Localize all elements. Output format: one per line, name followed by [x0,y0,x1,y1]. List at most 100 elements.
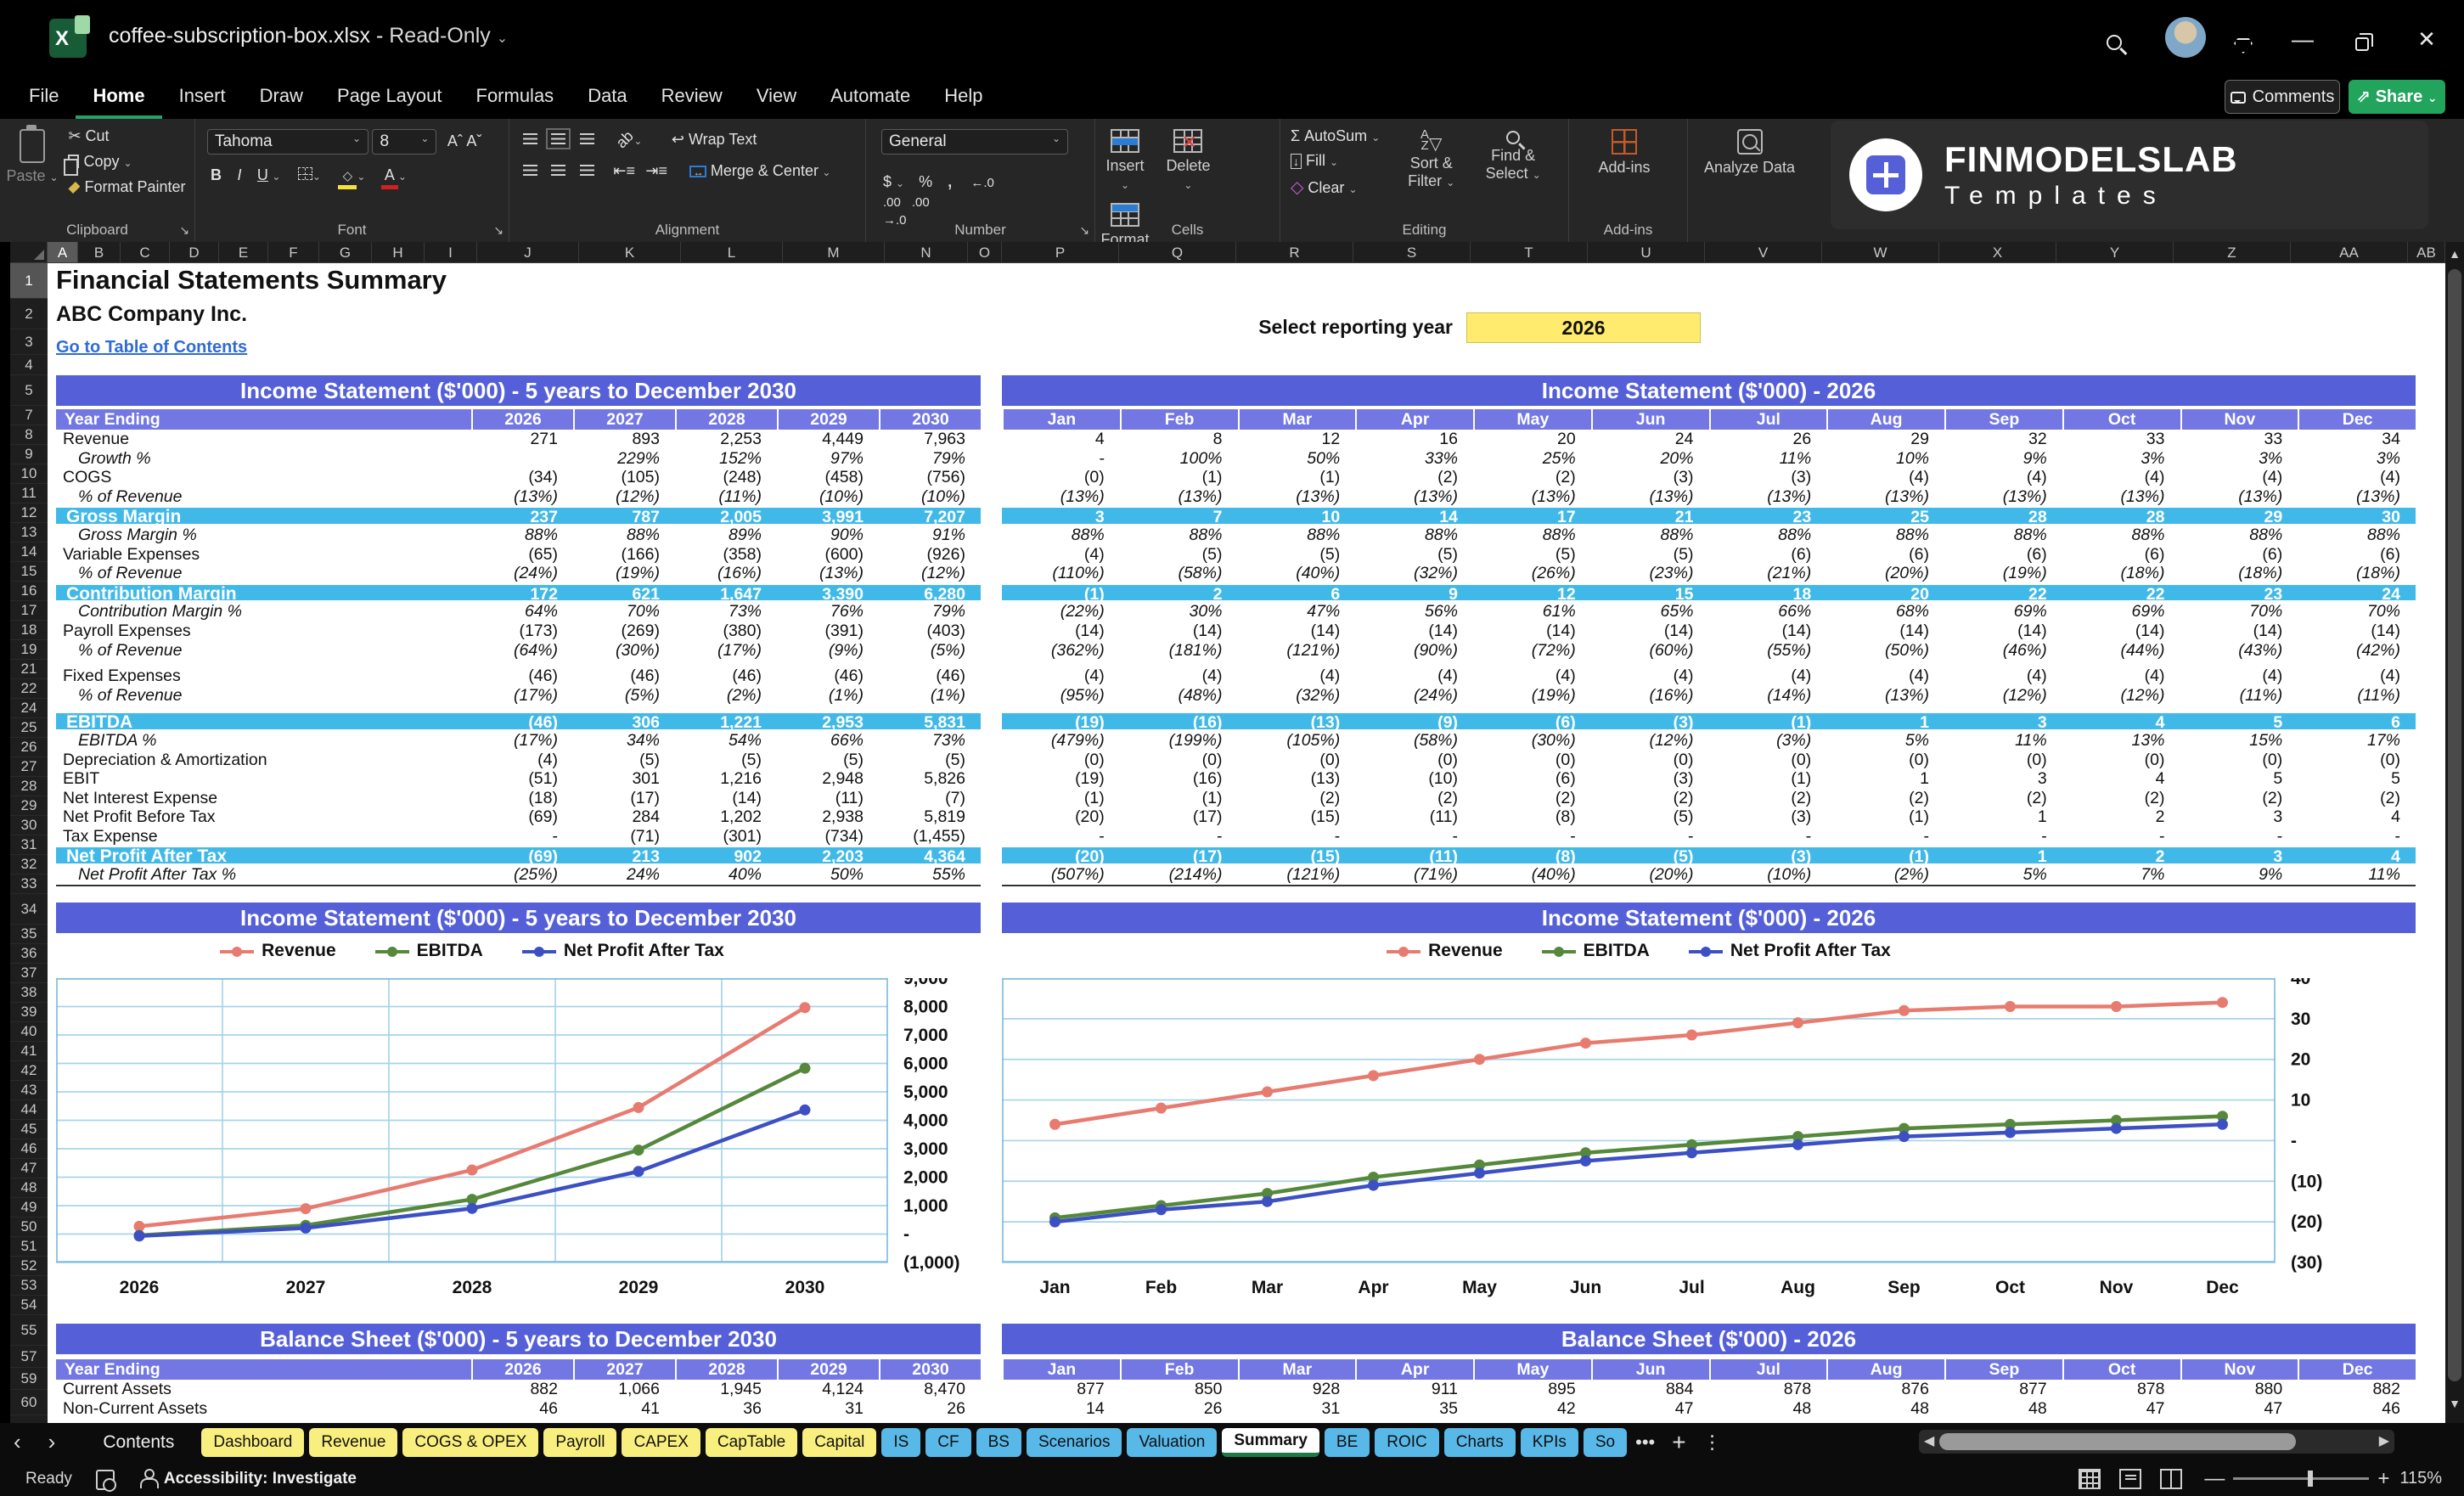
cell[interactable]: (12%) [573,487,675,507]
sheet-tab-cogs-opex[interactable]: COGS & OPEX [402,1428,538,1457]
cell[interactable]: 3 [2180,807,2298,827]
cell[interactable]: (2) [2298,789,2416,808]
cell[interactable]: 9% [1944,449,2062,469]
row-header-12[interactable]: 12 [10,503,48,523]
cut-button[interactable]: ✂ Cut [68,127,185,145]
cell[interactable]: 20 [1826,585,1944,601]
cell[interactable]: (13%) [1709,487,1827,507]
align-top-icon[interactable] [523,133,537,144]
cell[interactable]: (14) [1944,621,2062,641]
vertical-scrollbar[interactable]: ▲ ▼ [2445,242,2464,1423]
zoom-slider-thumb[interactable] [2308,1471,2313,1487]
fill-button[interactable]: ↓ Fill ⌄ [1291,152,1380,170]
row-header-22[interactable]: 22 [10,679,48,699]
column-header-R[interactable]: R [1236,242,1353,262]
cell[interactable]: (17) [1120,847,1238,863]
cell[interactable]: (11) [777,789,879,808]
table-row[interactable]: (362%)(181%)(121%)(90%)(72%)(60%)(55%)(5… [1002,641,2416,661]
cell[interactable]: (403) [879,621,981,641]
cell[interactable]: 47% [1238,602,1356,621]
cell[interactable]: (14) [2062,621,2180,641]
row-header-24[interactable]: 24 [10,699,48,718]
table-row[interactable]: Growth %229%152%97%79% [56,449,981,469]
row-header-17[interactable]: 17 [10,601,48,621]
table-row[interactable]: Payroll Expenses(173)(269)(380)(391)(403… [56,621,981,641]
minimize-button[interactable]: — [2286,22,2320,56]
cell[interactable]: (13%) [1944,487,2062,507]
cell[interactable]: 7,207 [879,508,981,524]
sheet-tab-is[interactable]: IS [881,1428,920,1457]
clipboard-dialog-launcher[interactable]: ↘ [179,223,189,238]
cell[interactable]: 5 [2298,769,2416,789]
cell[interactable]: 33 [2180,430,2298,449]
cell[interactable]: (2) [1355,789,1473,808]
search-icon[interactable] [2097,22,2131,56]
cell[interactable]: (24%) [471,564,573,583]
row-header-16[interactable]: 16 [10,582,48,601]
font-color-button[interactable]: A [381,166,398,189]
cell[interactable]: (4) [1355,666,1473,686]
sheet-tab-kpis[interactable]: KPIs [1521,1428,1578,1457]
cell[interactable]: (46%) [1944,641,2062,661]
cell[interactable]: (0) [1238,751,1356,770]
cell[interactable]: 6 [1238,585,1356,601]
sheet-tab-payroll[interactable]: Payroll [543,1428,616,1457]
cell[interactable]: (0) [1944,751,2062,770]
cell[interactable]: (4) [1120,666,1238,686]
cell[interactable]: 11% [1709,449,1827,469]
cell[interactable]: (1) [1120,468,1238,487]
align-left-icon[interactable] [523,165,537,176]
cell[interactable]: (60%) [1591,641,1709,661]
cell[interactable]: (14) [1002,621,1120,641]
normal-view-icon[interactable] [2079,1469,2101,1489]
cell[interactable]: (14) [2298,621,2416,641]
cell[interactable]: 35 [1355,1399,1473,1419]
cell[interactable]: - [1473,827,1591,846]
cell[interactable]: (69) [471,807,573,827]
row-header-1[interactable]: 1 [10,263,48,299]
cell[interactable]: (2%) [675,686,777,706]
sheet-tab-dashboard[interactable]: Dashboard [201,1428,304,1457]
page-layout-view-icon[interactable] [2119,1469,2141,1489]
cell[interactable]: 4,124 [777,1380,879,1399]
cell[interactable]: (10%) [777,487,879,507]
cell[interactable]: 88% [1944,526,2062,545]
cell[interactable]: 213 [573,847,675,863]
sheet-tab-cf[interactable]: CF [925,1428,970,1457]
cell[interactable]: 26 [1120,1399,1238,1419]
cell[interactable]: 22 [1944,585,2062,601]
cell[interactable]: (4) [1826,666,1944,686]
cell[interactable]: 25% [1473,449,1591,469]
cell[interactable]: 2,953 [777,713,879,729]
cell[interactable]: 88% [1238,526,1356,545]
cell[interactable]: 1 [1944,807,2062,827]
cell[interactable]: (65) [471,545,573,565]
cell[interactable]: (64%) [471,641,573,661]
cell[interactable]: (5) [1355,545,1473,565]
cell[interactable]: 1,216 [675,769,777,789]
font-size-select[interactable]: 8 ⌄ [372,129,436,155]
underline-button[interactable]: U [257,166,268,183]
paste-button[interactable]: Paste ⌄ [0,119,65,185]
cell[interactable]: 3 [1944,713,2062,729]
table-row[interactable]: (1)(1)(2)(2)(2)(2)(2)(2)(2)(2)(2)(2) [1002,789,2416,808]
cell[interactable]: (4) [2298,666,2416,686]
cell[interactable]: 621 [573,585,675,601]
cell[interactable]: 3% [2180,449,2298,469]
cell[interactable]: (4) [1944,666,2062,686]
ribbon-tab-review[interactable]: Review [644,76,740,115]
comments-button[interactable]: Comments [2225,80,2340,114]
table-header-row[interactable]: Year Ending20262027202820292030 [56,409,981,430]
cell[interactable]: (0) [1591,751,1709,770]
cell[interactable]: (19%) [1473,686,1591,706]
cell[interactable]: 88% [1473,526,1591,545]
column-header-K[interactable]: K [579,242,681,262]
cell[interactable]: (181%) [1120,641,1238,661]
cell[interactable]: 88% [471,526,573,545]
cell[interactable]: (69) [471,847,573,863]
table-row[interactable]: Net Profit After Tax(69)2139022,2034,364 [56,846,981,865]
cell[interactable]: 68% [1826,602,1944,621]
cell[interactable]: 15 [1591,585,1709,601]
cell[interactable]: 97% [777,449,879,469]
cell[interactable]: (11) [1355,847,1473,863]
